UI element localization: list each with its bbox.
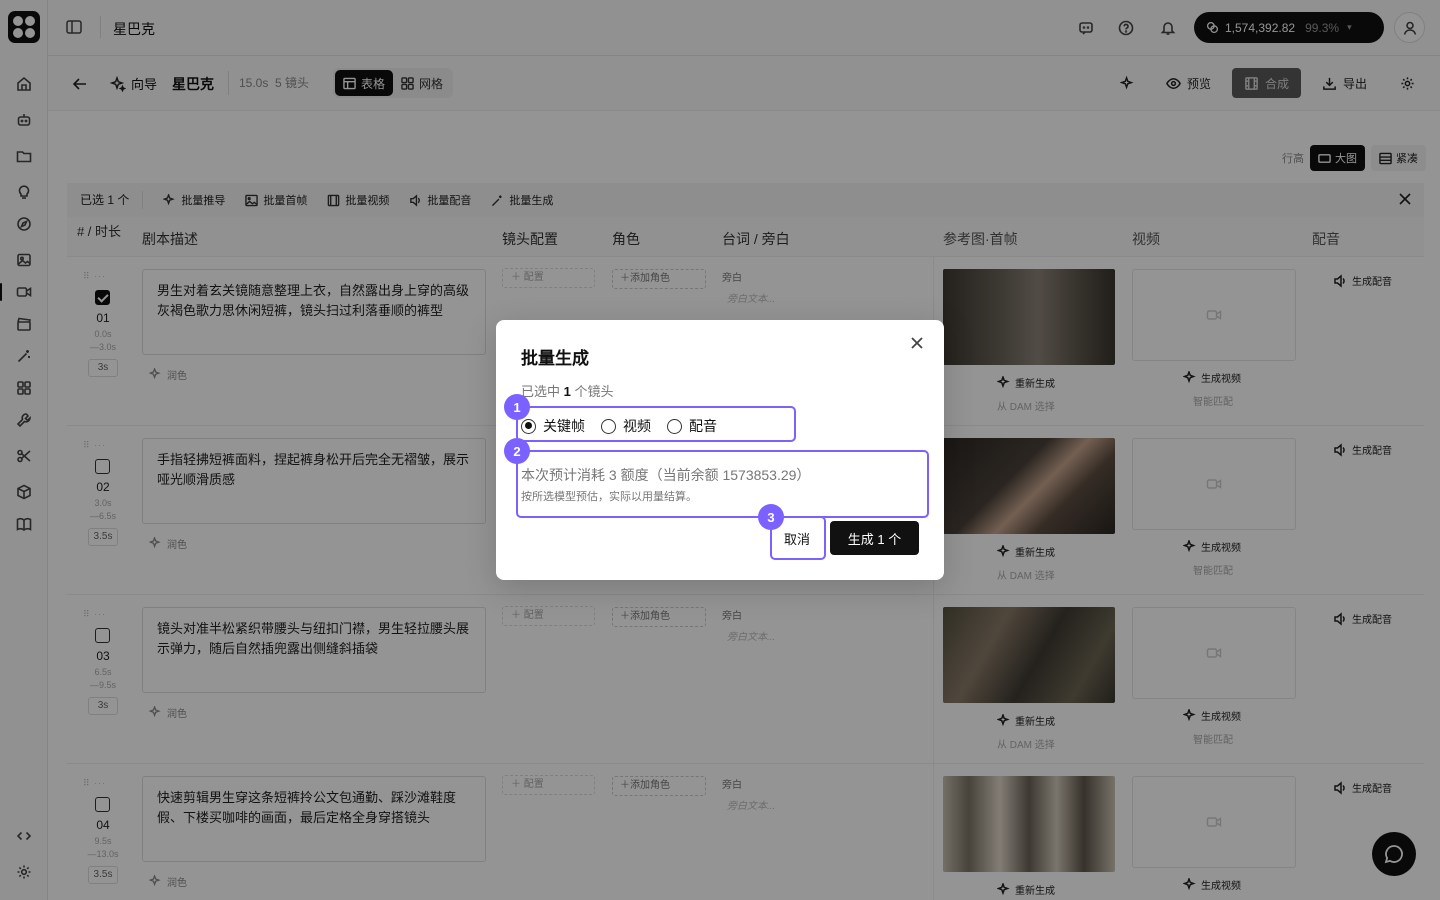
step-badge: 2 [504, 438, 530, 464]
selected-suffix: 个镜头 [574, 384, 614, 399]
selected-summary: 已选中 1 个镜头 [521, 381, 614, 400]
selected-prefix: 已选中 [521, 384, 561, 399]
step-badge: 1 [504, 394, 530, 420]
batch-generate-dialog: 批量生成 已选中 1 个镜头 关键帧 视频 配音 本次预计消耗 3 额度（当前余… [496, 320, 944, 580]
step-badge: 3 [758, 504, 784, 530]
selected-count: 1 [563, 384, 571, 399]
dialog-title: 批量生成 [521, 349, 589, 368]
highlight-box [516, 406, 796, 442]
close-icon[interactable] [910, 336, 926, 352]
generate-button[interactable]: 生成 1 个 [830, 521, 919, 555]
highlight-box [516, 450, 929, 518]
